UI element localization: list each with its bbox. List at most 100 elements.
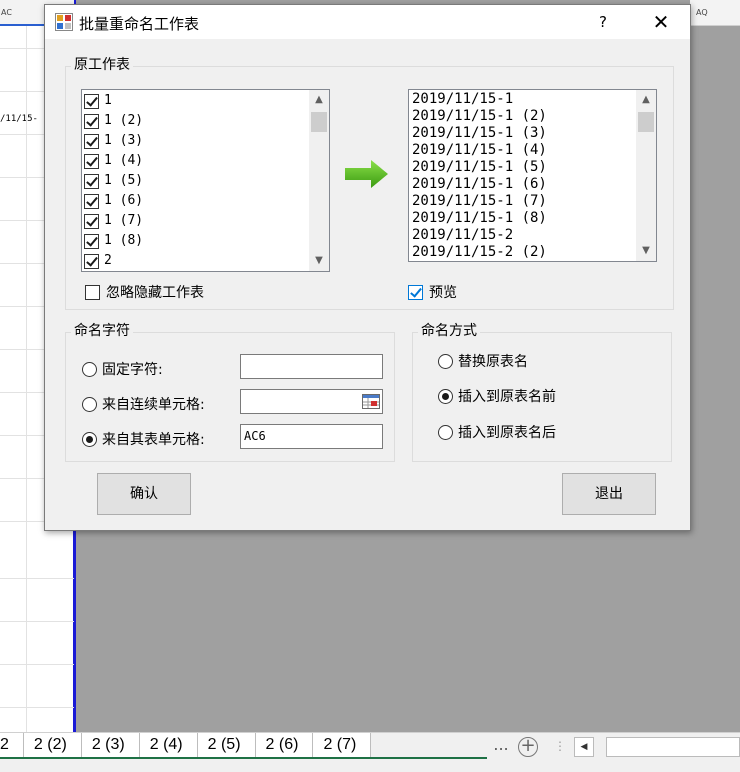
- preview-item[interactable]: 2019/11/15-1 (6): [412, 176, 547, 193]
- original-sheet-item[interactable]: 1 (2): [84, 111, 143, 131]
- scroll-up-icon[interactable]: ▲: [309, 90, 329, 110]
- fixed-chars-label[interactable]: 固定字符:: [102, 359, 163, 379]
- method-insert-before-label[interactable]: 插入到原表名前: [458, 386, 556, 406]
- method-insert-after-label[interactable]: 插入到原表名后: [458, 422, 556, 442]
- fixed-chars-input[interactable]: [240, 354, 383, 379]
- sheet-tab-bar: 2 2 (2) 2 (3) 2 (4) 2 (5) 2 (6) 2 (7) ..…: [0, 732, 740, 772]
- arrow-right-icon: [345, 160, 388, 188]
- preview-item[interactable]: 2019/11/15-1: [412, 91, 547, 108]
- dialog-title: 批量重命名工作表: [79, 15, 200, 33]
- sheet-tab[interactable]: 2: [0, 733, 24, 759]
- preview-item[interactable]: 2019/11/15-1 (2): [412, 108, 547, 125]
- method-insert-before-radio[interactable]: [438, 389, 453, 404]
- other-sheet-cell-radio[interactable]: [82, 432, 97, 447]
- app-icon: [55, 13, 73, 31]
- ignore-hidden-label[interactable]: 忽略隐藏工作表: [106, 282, 204, 302]
- preview-checkbox[interactable]: [408, 285, 423, 300]
- add-sheet-button[interactable]: +: [518, 737, 538, 757]
- sheet-checkbox[interactable]: [84, 234, 99, 249]
- sheet-item-label: 1 (8): [104, 233, 144, 248]
- column-header-aq[interactable]: AQ: [690, 0, 740, 26]
- sheet-checkbox[interactable]: [84, 254, 99, 269]
- grid-line: [0, 621, 74, 622]
- preview-item[interactable]: 2019/11/15-2: [412, 227, 547, 244]
- fixed-chars-radio[interactable]: [82, 362, 97, 377]
- continuous-cells-radio[interactable]: [82, 397, 97, 412]
- grid-line: [0, 578, 74, 579]
- cell-ac6[interactable]: /11/15-: [0, 114, 38, 124]
- preview-item[interactable]: 2019/11/15-2 (2): [412, 244, 547, 261]
- dialog-titlebar[interactable]: 批量重命名工作表 ? ✕: [45, 5, 690, 39]
- scroll-up-icon[interactable]: ▲: [636, 90, 656, 110]
- original-sheet-item[interactable]: 1: [84, 91, 143, 111]
- sheet-checkbox[interactable]: [84, 214, 99, 229]
- original-sheet-item[interactable]: 1 (5): [84, 171, 143, 191]
- sheet-checkbox[interactable]: [84, 194, 99, 209]
- sheet-tab[interactable]: 2 (4): [139, 733, 198, 759]
- grid-line: [26, 26, 27, 732]
- sheet-tab[interactable]: 2 (3): [81, 733, 140, 759]
- sheet-item-label: 1 (3): [104, 133, 144, 148]
- naming-method-legend: 命名方式: [418, 320, 480, 340]
- sheet-tab[interactable]: 2 (2): [23, 733, 82, 759]
- sheet-tab[interactable]: 2 (5): [197, 733, 256, 759]
- preview-item[interactable]: 2019/11/15-1 (5): [412, 159, 547, 176]
- original-sheet-item[interactable]: 1 (8): [84, 231, 143, 251]
- scroll-down-icon[interactable]: ▼: [636, 241, 656, 261]
- other-sheet-cell-input[interactable]: AC6: [240, 424, 383, 449]
- sheet-checkbox[interactable]: [84, 114, 99, 129]
- original-sheet-item[interactable]: 1 (6): [84, 191, 143, 211]
- close-button[interactable]: ✕: [641, 5, 681, 39]
- sheet-item-label: 1: [104, 93, 112, 108]
- scroll-left-icon[interactable]: ◀: [574, 737, 594, 757]
- sheet-tab[interactable]: 2 (7): [313, 733, 372, 759]
- sheet-item-label: 1 (6): [104, 193, 144, 208]
- naming-chars-legend: 命名字符: [71, 320, 133, 340]
- sheet-item-label: 1 (4): [104, 153, 144, 168]
- sheet-item-label: 1 (2): [104, 113, 144, 128]
- active-tab-underline: [0, 757, 487, 759]
- sheet-checkbox[interactable]: [84, 94, 99, 109]
- method-replace-label[interactable]: 替换原表名: [458, 351, 528, 371]
- preview-item[interactable]: 2019/11/15-1 (8): [412, 210, 547, 227]
- sheet-item-label: 2: [104, 253, 112, 268]
- original-sheet-item[interactable]: 1 (7): [84, 211, 143, 231]
- scroll-thumb[interactable]: [638, 112, 654, 132]
- grid-line: [0, 664, 74, 665]
- preview-item[interactable]: 2019/11/15-1 (7): [412, 193, 547, 210]
- exit-button[interactable]: 退出: [562, 473, 656, 515]
- tab-splitter-icon[interactable]: ⋮: [554, 739, 566, 753]
- preview-list[interactable]: 2019/11/15-1 2019/11/15-1 (2) 2019/11/15-1…: [408, 89, 657, 262]
- sheet-checkbox[interactable]: [84, 174, 99, 189]
- sheet-checkbox[interactable]: [84, 134, 99, 149]
- original-sheets-list[interactable]: 1 1 (2) 1 (3) 1 (4) 1 (5) 1 (6) 1 (7) 1 (8) 2 ▲ …: [81, 89, 330, 272]
- original-sheets-legend: 原工作表: [71, 54, 133, 74]
- preview-label[interactable]: 预览: [429, 282, 457, 302]
- sheet-checkbox[interactable]: [84, 154, 99, 169]
- other-sheet-cell-label[interactable]: 来自其表单元格:: [102, 429, 205, 449]
- more-sheets-button[interactable]: ...: [490, 733, 512, 759]
- sheet-tabs: 2 2 (2) 2 (3) 2 (4) 2 (5) 2 (6) 2 (7): [0, 733, 372, 759]
- continuous-cells-label[interactable]: 来自连续单元格:: [102, 394, 205, 414]
- scroll-thumb[interactable]: [311, 112, 327, 132]
- confirm-button[interactable]: 确认: [97, 473, 191, 515]
- sheet-item-label: 1 (7): [104, 213, 144, 228]
- horizontal-scrollbar[interactable]: [606, 737, 740, 757]
- original-sheet-item[interactable]: 2: [84, 251, 143, 271]
- method-replace-radio[interactable]: [438, 354, 453, 369]
- preview-list-scrollbar[interactable]: ▲ ▼: [636, 90, 656, 261]
- original-list-scrollbar[interactable]: ▲ ▼: [309, 90, 329, 271]
- column-header-label: AC: [1, 8, 12, 17]
- sheet-tab[interactable]: 2 (6): [255, 733, 314, 759]
- range-select-icon[interactable]: [362, 394, 380, 409]
- sheet-item-label: 1 (5): [104, 173, 144, 188]
- scroll-down-icon[interactable]: ▼: [309, 251, 329, 271]
- method-insert-after-radio[interactable]: [438, 425, 453, 440]
- preview-item[interactable]: 2019/11/15-1 (4): [412, 142, 547, 159]
- ignore-hidden-checkbox[interactable]: [85, 285, 100, 300]
- help-button[interactable]: ?: [585, 5, 621, 39]
- original-sheet-item[interactable]: 1 (3): [84, 131, 143, 151]
- preview-item[interactable]: 2019/11/15-1 (3): [412, 125, 547, 142]
- grid-line: [0, 707, 74, 708]
- original-sheet-item[interactable]: 1 (4): [84, 151, 143, 171]
